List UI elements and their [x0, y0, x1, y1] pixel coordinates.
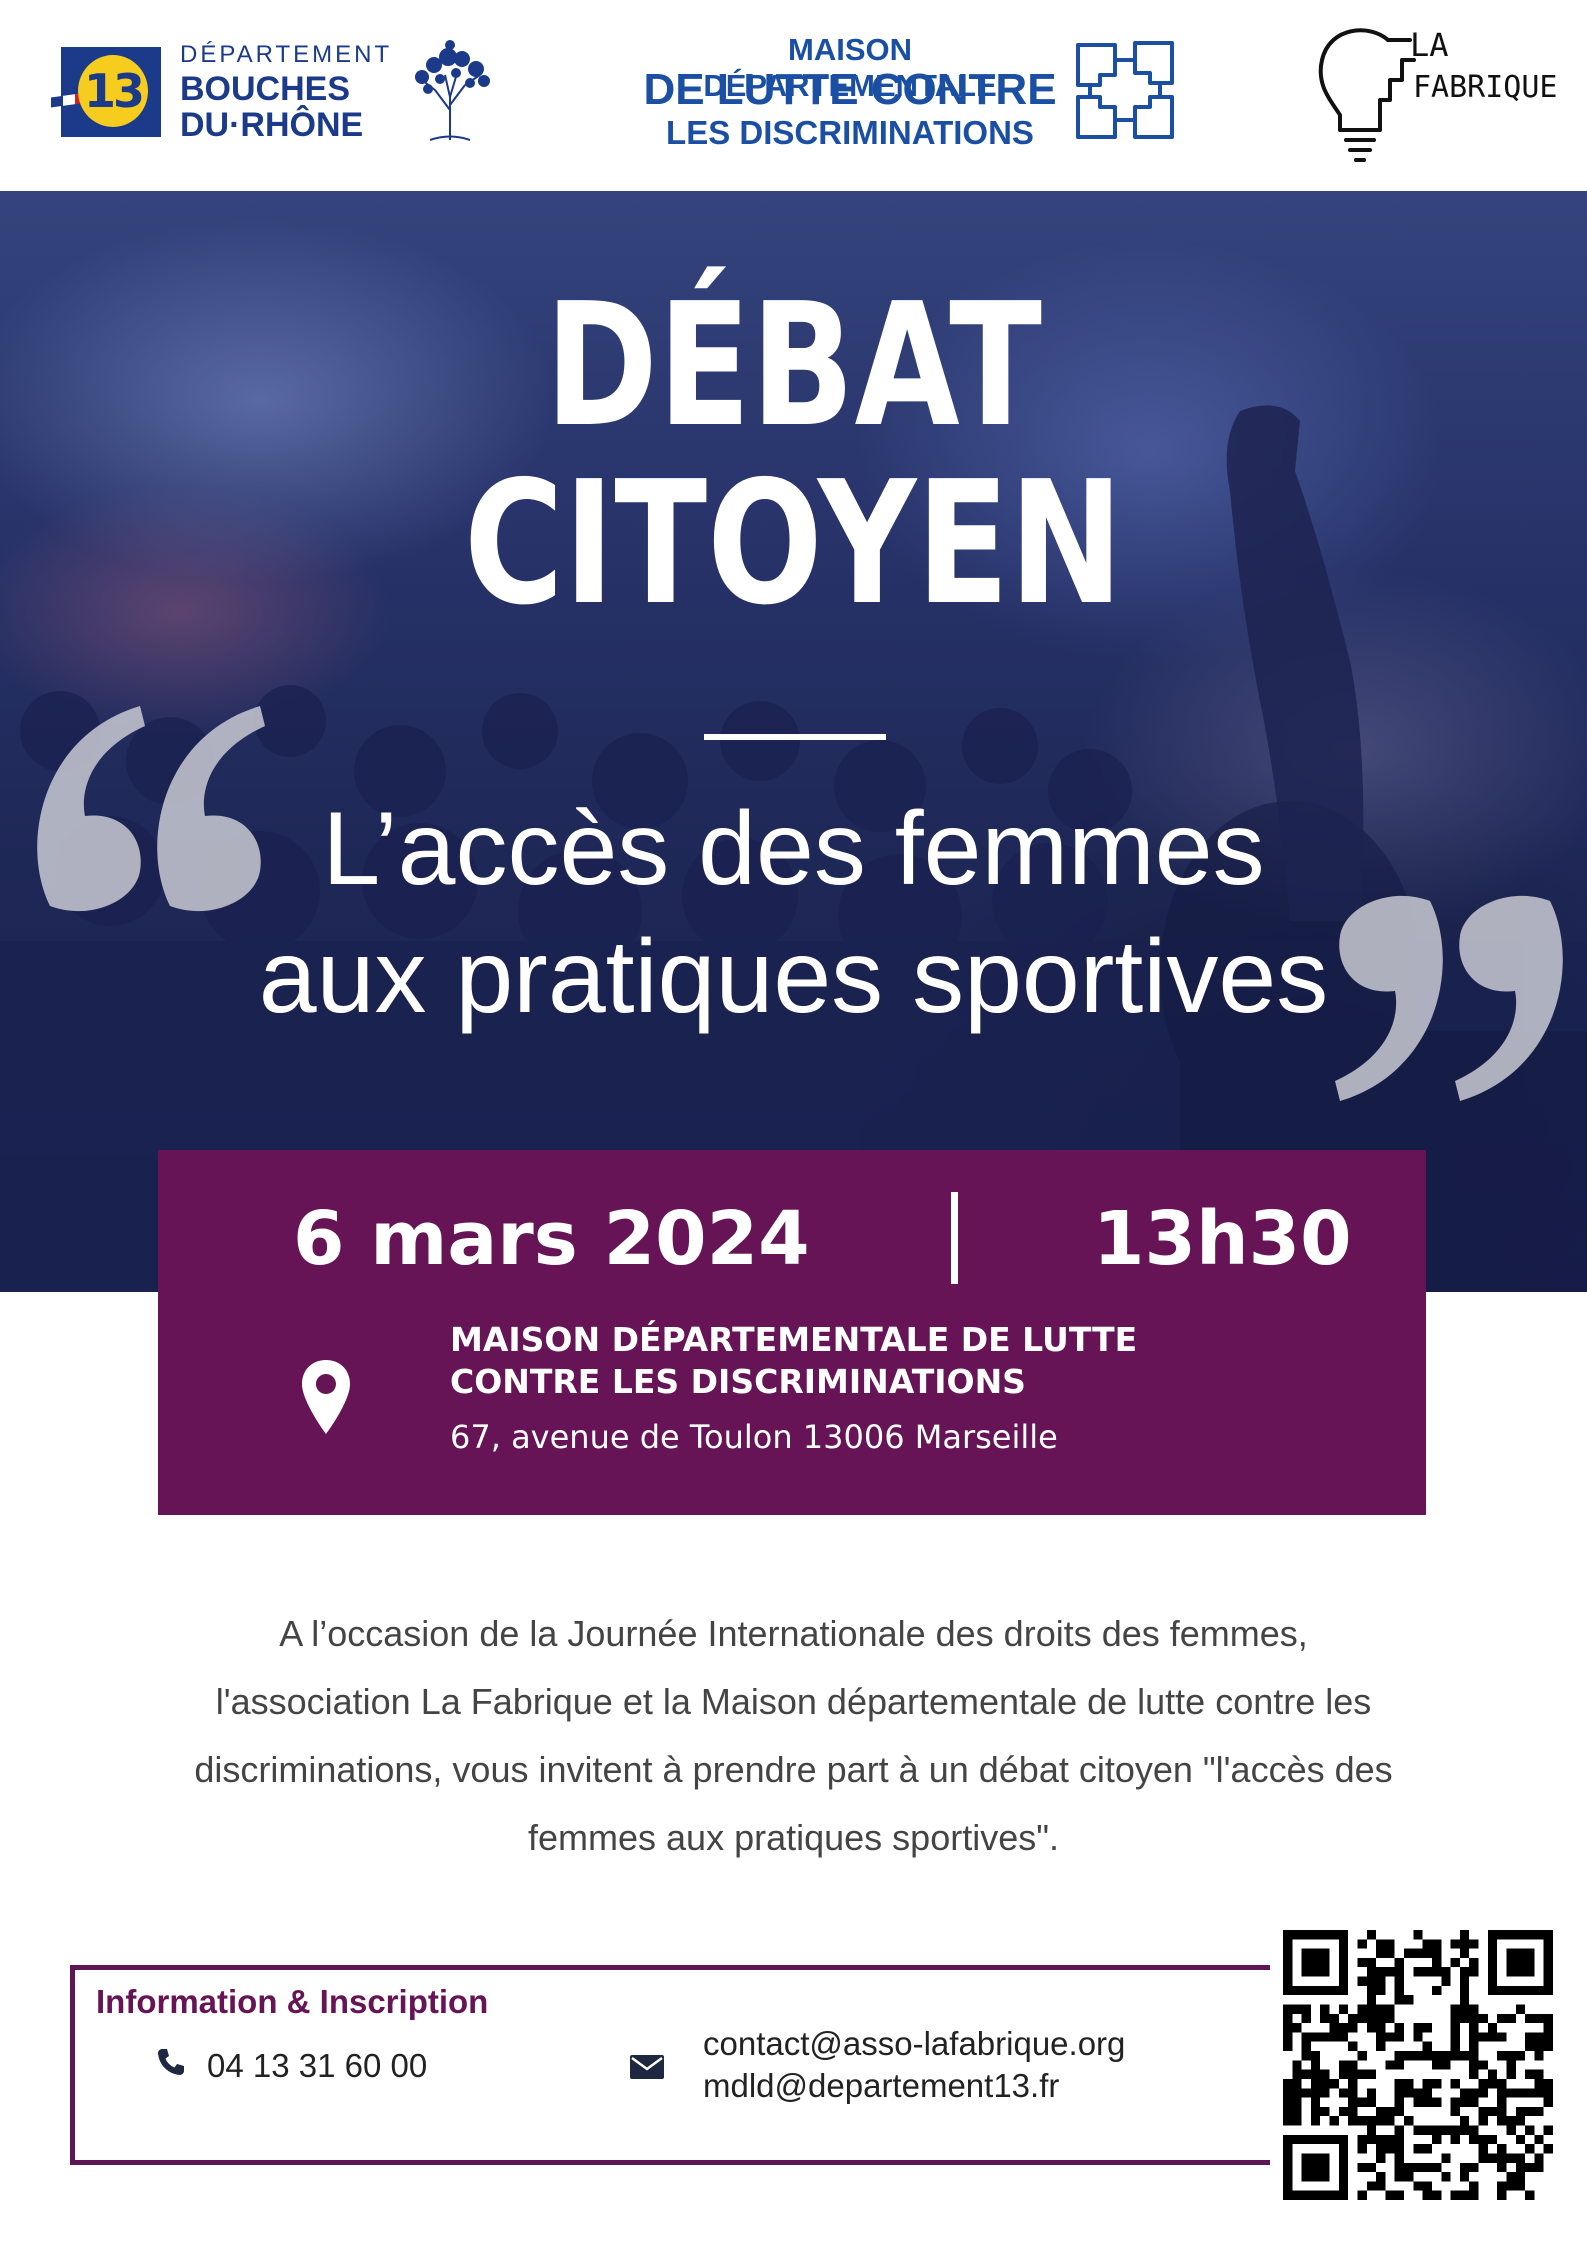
description-line: discriminations, vous invitent à prendre… [194, 1749, 1393, 1790]
logo-mdld: MAISON DÉPARTEMENTALE DE LUTTE CONTRE LE… [640, 30, 1180, 155]
description-line: l'association La Fabrique et la Maison d… [215, 1681, 1372, 1722]
description-line: A l’occasion de la Journée International… [279, 1613, 1308, 1654]
logo-la-fabrique: LA FABRIQUE [1310, 20, 1558, 165]
hero-banner: DÉBAT CITOYEN L’accès des femmes aux pra… [0, 191, 1587, 1292]
fabrique-name: FABRIQUE [1413, 70, 1558, 105]
mdld-line3: LES DISCRIMINATIONS [666, 114, 1034, 151]
cd13-badge: 13 [51, 47, 161, 137]
title-line2: CITOYEN [463, 445, 1124, 643]
cd13-name-line2: DU·RHÔNE [180, 106, 364, 144]
event-info-box: 6 mars 2024 13h30 MAISON DÉPARTEMENTALE … [158, 1150, 1426, 1515]
event-date: 6 mars 2024 [293, 1196, 810, 1282]
venue-name-line1: MAISON DÉPARTEMENTALE DE LUTTE [450, 1320, 1138, 1359]
subtitle-line1: L’accès des femmes [322, 791, 1265, 907]
title-line1: DÉBAT [545, 267, 1042, 465]
cd13-departement-label: DÉPARTEMENT [180, 41, 393, 68]
venue-address: 67, avenue de Toulon 13006 Marseille [450, 1418, 1058, 1456]
contact-email-mdld[interactable]: mdld@departement13.fr [703, 2067, 1059, 2105]
contact-phone[interactable]: 04 13 31 60 00 [207, 2047, 427, 2085]
description-line: femmes aux pratiques sportives". [528, 1817, 1059, 1858]
event-time: 13h30 [1093, 1196, 1352, 1282]
joined-hands-icon [1076, 41, 1174, 139]
cd13-name: BOUCHES DU·RHÔNE [180, 71, 363, 143]
cd13-name-line1: BOUCHES [180, 70, 351, 108]
fabrique-la: LA [1410, 26, 1449, 64]
logo-departement-13: 13 DÉPARTEMENT BOUCHES DU·RHÔNE [51, 35, 505, 150]
envelope-icon [630, 2055, 664, 2079]
mdld-line2: DE LUTTE CONTRE [643, 65, 1057, 114]
qr-code[interactable] [1283, 1930, 1553, 2200]
date-time-separator [951, 1192, 958, 1284]
phone-icon [158, 2049, 184, 2075]
subtitle-line2: aux pratiques sportives [258, 919, 1329, 1035]
contact-title: Information & Inscription [96, 1983, 489, 2020]
map-pin-icon [302, 1360, 350, 1434]
lightbulb-icon [1318, 28, 1416, 162]
venue-name-line2: CONTRE LES DISCRIMINATIONS [450, 1362, 1026, 1401]
event-description: A l’occasion de la Journée International… [60, 1600, 1527, 1872]
cd13-badge-number: 13 [83, 64, 145, 118]
contact-box: Information & Inscription 04 13 31 60 00… [70, 1965, 1270, 2165]
olive-tree-icon [415, 40, 490, 141]
title-divider [704, 734, 886, 740]
contact-email-fabrique[interactable]: contact@asso-lafabrique.org [703, 2025, 1125, 2063]
